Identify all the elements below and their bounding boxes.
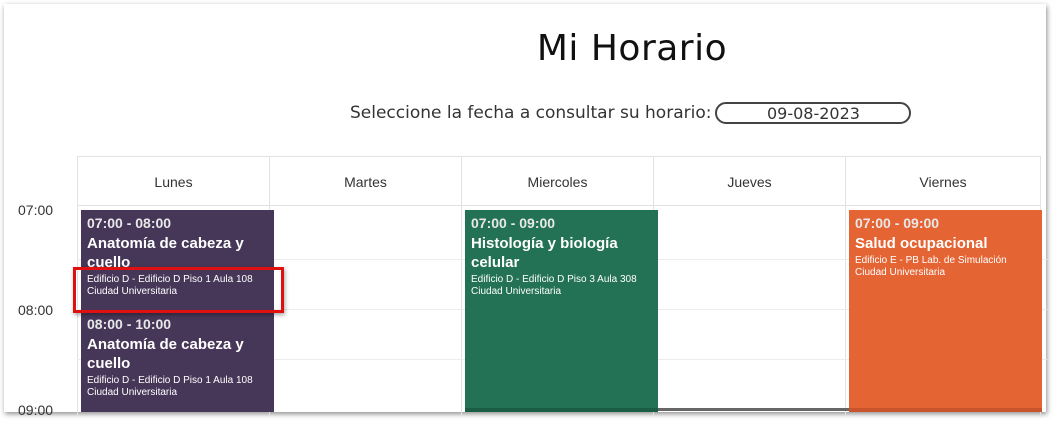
- hour-label: 09:00: [18, 402, 54, 418]
- event-title: Histología y biología celular: [471, 235, 618, 271]
- page-title: Mi Horario: [536, 28, 728, 69]
- event-title: Salud ocupacional: [855, 235, 988, 252]
- event-location: Edificio E - PB Lab. de Simulación: [855, 255, 1007, 266]
- hour-label: 08:00: [18, 302, 54, 318]
- day-header-lunes: Lunes: [78, 156, 269, 206]
- event-edge: [465, 408, 658, 412]
- event-time: 07:00 - 09:00: [855, 215, 940, 231]
- event-time: 07:00 - 08:00: [87, 215, 172, 231]
- day-header-miercoles: Miercoles: [462, 156, 653, 206]
- hour-label: 07:00: [18, 202, 54, 218]
- event-card[interactable]: 07:00 - 09:00 Salud ocupacional Edificio…: [849, 210, 1042, 412]
- day-header-martes: Martes: [270, 156, 461, 206]
- date-label: Seleccione la fecha a consultar su horar…: [350, 103, 712, 123]
- event-campus: Ciudad Universitaria: [855, 267, 946, 278]
- event-time: 07:00 - 09:00: [471, 215, 556, 231]
- day-header-viernes: Viernes: [846, 156, 1040, 206]
- date-input[interactable]: [715, 102, 912, 124]
- event-campus: Ciudad Universitaria: [471, 286, 562, 297]
- event-time: 08:00 - 10:00: [87, 316, 172, 332]
- event-campus: Ciudad Universitaria: [87, 387, 178, 398]
- event-title: Anatomía de cabeza y cuello: [87, 336, 244, 372]
- highlight-box: [73, 267, 284, 313]
- day-column-martes: Martes: [269, 156, 461, 416]
- event-location: Edificio D - Edificio D Piso 3 Aula 308: [471, 274, 637, 285]
- day-header-jueves: Jueves: [654, 156, 845, 206]
- event-edge: [849, 408, 1042, 412]
- event-location: Edificio D - Edificio D Piso 1 Aula 108: [87, 375, 253, 386]
- event-card[interactable]: 08:00 - 10:00 Anatomía de cabeza y cuell…: [81, 310, 274, 412]
- event-card[interactable]: 07:00 - 09:00 Histología y biología celu…: [465, 210, 658, 412]
- date-selector: Seleccione la fecha a consultar su horar…: [350, 102, 912, 124]
- day-column-jueves: Jueves: [653, 156, 845, 416]
- event-edge: [658, 408, 849, 411]
